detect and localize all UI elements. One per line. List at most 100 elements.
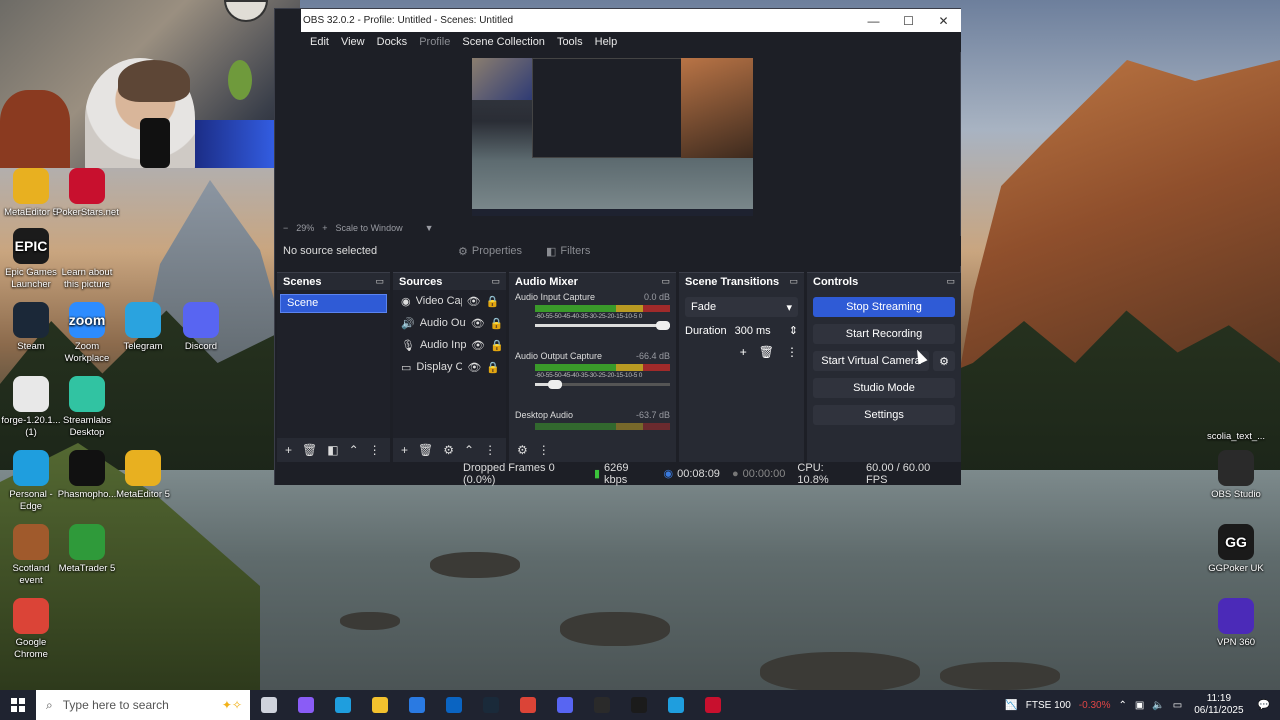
properties-button[interactable]: ⚙ Properties <box>449 242 531 261</box>
menu-scene-collection[interactable]: Scene Collection <box>462 36 545 48</box>
taskbar-app[interactable] <box>694 690 731 720</box>
desktop-icon[interactable]: Telegram <box>112 302 174 353</box>
trash-icon[interactable]: 🗑 <box>302 443 317 457</box>
eye-icon[interactable]: 👁 <box>471 317 485 330</box>
menu-docks[interactable]: Docks <box>377 36 408 48</box>
settings-button[interactable]: Settings <box>813 405 955 425</box>
start-virtual-camera-button[interactable]: Start Virtual Camera <box>813 351 929 371</box>
taskbar-app[interactable] <box>361 690 398 720</box>
desktop-icon[interactable]: OBS Studio <box>1205 450 1267 501</box>
taskbar-app[interactable] <box>583 690 620 720</box>
taskbar-app[interactable] <box>472 690 509 720</box>
volume-slider[interactable] <box>535 380 670 389</box>
volume-icon[interactable]: 🔈 <box>1152 700 1164 711</box>
monitor-icon[interactable]: ▭ <box>1173 700 1182 711</box>
taskbar-app[interactable] <box>435 690 472 720</box>
gear-icon[interactable]: ⚙ <box>933 351 955 371</box>
taskbar-app[interactable] <box>620 690 657 720</box>
menu-view[interactable]: View <box>341 36 365 48</box>
maximize-icon[interactable]: ☐ <box>891 14 926 28</box>
desktop-icon[interactable]: Steam <box>0 302 62 353</box>
desktop-icon[interactable]: Personal - Edge <box>0 450 62 513</box>
network-icon[interactable]: ▣ <box>1135 700 1144 711</box>
clock[interactable]: 11:19 06/11/2025 <box>1194 693 1243 717</box>
desktop-icon[interactable]: VPN 360 <box>1205 598 1267 649</box>
chevron-up-icon[interactable]: ⌃ <box>464 443 474 457</box>
start-button[interactable] <box>0 690 36 720</box>
zoom-in-button[interactable]: + <box>322 223 327 233</box>
more-icon[interactable]: ⋮ <box>786 345 798 359</box>
transition-select[interactable]: Fade ▾ <box>685 297 798 317</box>
desktop-icon[interactable]: Phasmopho... <box>56 450 118 501</box>
taskbar-search[interactable]: ⌕ Type here to search ✦✧ <box>36 690 250 720</box>
filter-icon[interactable]: ◧ <box>327 443 338 457</box>
desktop-icon[interactable]: PokerStars.net <box>56 168 119 219</box>
source-row[interactable]: 🎙 Audio Inp 👁 🔒 <box>393 334 506 356</box>
notification-icon[interactable]: 💬 <box>1258 700 1270 711</box>
desktop-icon[interactable]: zoom Zoom Workplace <box>56 302 118 365</box>
lock-icon[interactable]: 🔒 <box>490 339 504 352</box>
source-row[interactable]: 🔊 Audio Out 👁 🔒 <box>393 312 506 334</box>
studio-mode-button[interactable]: Studio Mode <box>813 378 955 398</box>
desktop-icon[interactable]: Google Chrome <box>0 598 62 661</box>
source-row[interactable]: ◉ Video Capt 👁 🔒 <box>393 290 506 312</box>
menu-help[interactable]: Help <box>595 36 618 48</box>
popout-icon[interactable]: ▭ <box>789 276 798 287</box>
obs-titlebar[interactable]: OBS 32.0.2 - Profile: Untitled - Scenes:… <box>301 9 961 32</box>
popout-icon[interactable]: ▭ <box>491 276 500 287</box>
desktop-icon[interactable]: GG GGPoker UK <box>1205 524 1267 575</box>
menu-profile[interactable]: Profile <box>419 36 450 48</box>
popout-icon[interactable]: ▭ <box>375 276 384 287</box>
volume-slider-knob[interactable] <box>548 380 562 389</box>
desktop-icon[interactable]: forge-1.20.1... (1) <box>0 376 62 439</box>
start-recording-button[interactable]: Start Recording <box>813 324 955 344</box>
taskbar-app[interactable] <box>398 690 435 720</box>
preview-area[interactable] <box>275 52 947 220</box>
menu-edit[interactable]: Edit <box>310 36 329 48</box>
popout-icon[interactable]: ▭ <box>661 276 670 287</box>
desktop-icon[interactable]: MetaEditor 5 <box>0 168 62 219</box>
eye-icon[interactable]: 👁 <box>467 361 481 374</box>
obs-window[interactable]: OBS 32.0.2 - Profile: Untitled - Scenes:… <box>274 8 961 486</box>
advanced-audio-icon[interactable]: ⚙ <box>517 443 528 457</box>
more-icon[interactable]: ⋮ <box>369 443 381 457</box>
minimize-icon[interactable]: — <box>856 14 891 28</box>
chevron-up-icon[interactable]: ⌃ <box>349 443 359 457</box>
volume-slider[interactable] <box>535 321 670 330</box>
filters-button[interactable]: ◧ Filters <box>537 242 599 261</box>
chevron-up-icon[interactable]: ⌃ <box>1118 700 1126 711</box>
zoom-out-button[interactable]: − <box>283 223 288 233</box>
add-icon[interactable]: + <box>401 443 408 457</box>
lock-icon[interactable]: 🔒 <box>486 361 500 374</box>
trash-icon[interactable]: 🗑 <box>418 443 433 457</box>
close-icon[interactable]: ✕ <box>926 14 961 28</box>
source-row[interactable]: ▭ Display Ca 👁 🔒 <box>393 356 506 378</box>
desktop-icon[interactable]: Learn about this picture <box>56 228 118 291</box>
desktop-icon[interactable]: Scotland event <box>0 524 62 587</box>
volume-slider-knob[interactable] <box>656 321 670 330</box>
preview-canvas[interactable] <box>472 58 753 216</box>
gear-icon[interactable]: ⚙ <box>443 443 454 457</box>
lock-icon[interactable]: 🔒 <box>490 317 504 330</box>
desktop-icon[interactable]: Streamlabs Desktop <box>56 376 118 439</box>
lock-icon[interactable]: 🔒 <box>486 295 500 308</box>
taskbar-app[interactable] <box>287 690 324 720</box>
more-icon[interactable]: ⋮ <box>484 443 496 457</box>
desktop-icon[interactable]: EPIC Epic Games Launcher <box>0 228 62 291</box>
desktop-icon[interactable]: MetaTrader 5 <box>56 524 118 575</box>
ticker-name[interactable]: FTSE 100 <box>1026 700 1071 711</box>
desktop-icon[interactable]: scolia_text_... <box>1205 392 1267 443</box>
taskbar-app[interactable] <box>657 690 694 720</box>
trash-icon[interactable]: 🗑 <box>759 345 774 359</box>
add-icon[interactable]: + <box>740 345 747 359</box>
stop-streaming-button[interactable]: Stop Streaming <box>813 297 955 317</box>
chevron-down-icon[interactable]: ▼ <box>425 223 434 233</box>
menu-tools[interactable]: Tools <box>557 36 583 48</box>
taskbar-app[interactable] <box>324 690 361 720</box>
stepper-icon[interactable]: ⇕ <box>789 324 798 337</box>
desktop-icon[interactable]: MetaEditor 5 <box>112 450 174 501</box>
scene-item[interactable]: Scene <box>280 294 387 313</box>
eye-icon[interactable]: 👁 <box>467 295 481 308</box>
taskbar-app[interactable] <box>546 690 583 720</box>
scale-mode-select[interactable]: Scale to Window <box>336 223 403 233</box>
